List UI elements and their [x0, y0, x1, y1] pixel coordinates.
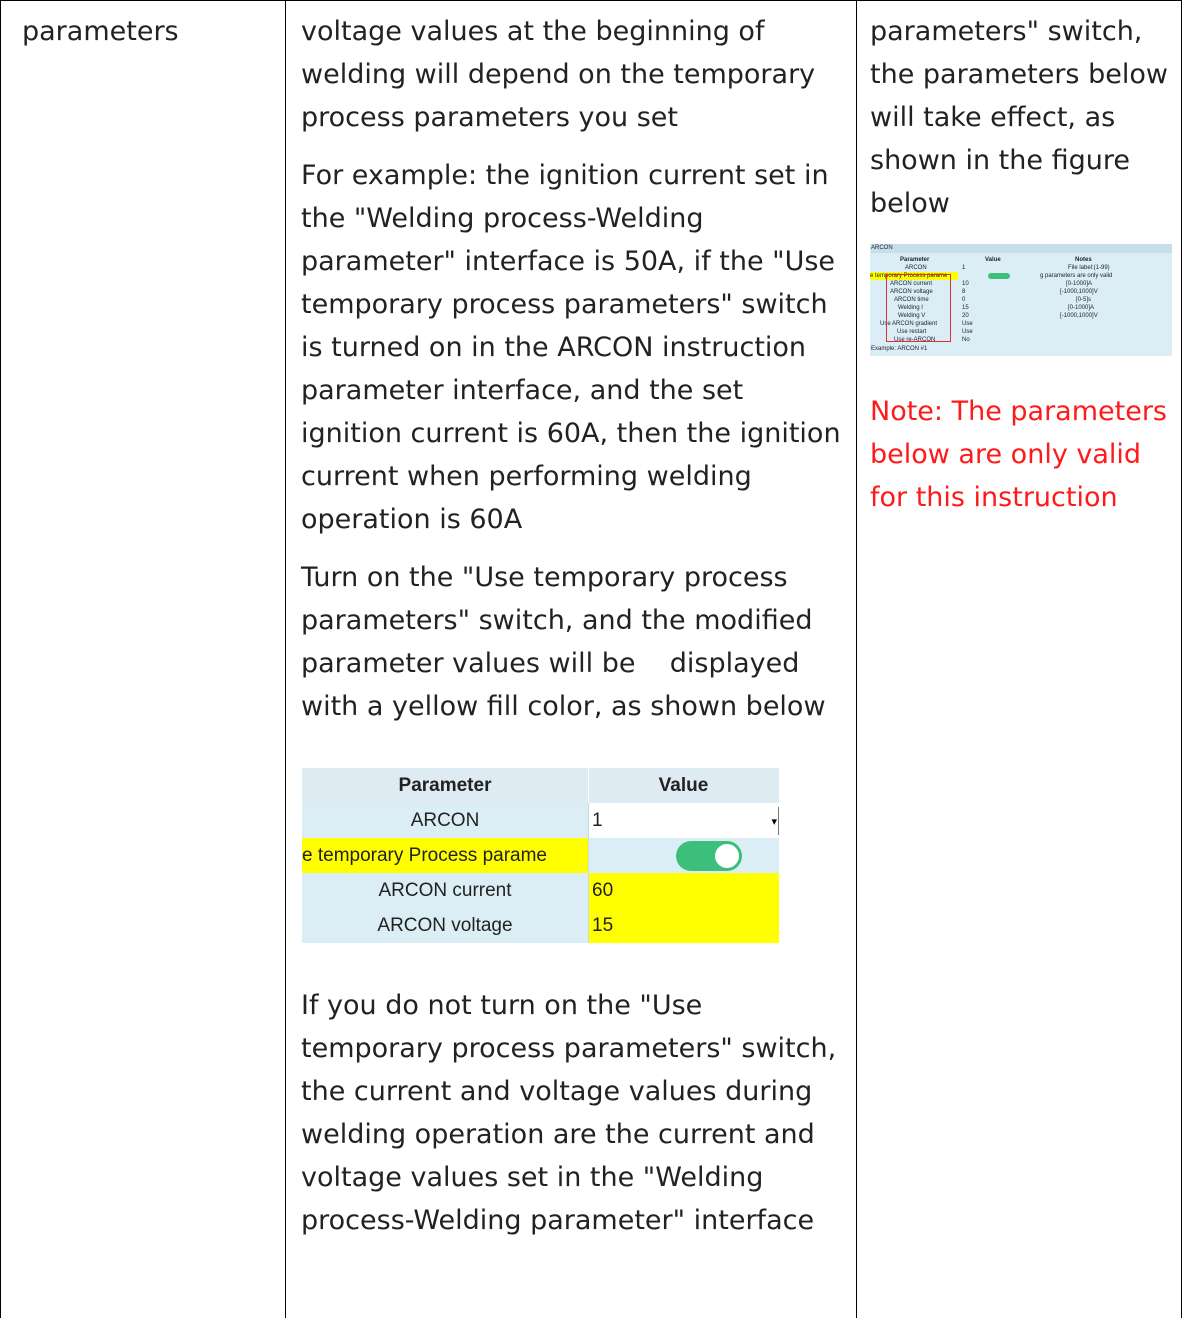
thumb-cell: 8 — [962, 289, 966, 295]
thumb-cell: [0-1000]A — [1066, 281, 1093, 287]
chevron-down-icon[interactable]: ▾ — [771, 817, 777, 828]
screenshot-row-arcon: ARCON 1 ▾ — [302, 803, 779, 838]
arcon-current-value[interactable]: 60 — [588, 873, 779, 908]
description-paragraph-4: If you do not turn on the "Use temporary… — [301, 990, 837, 1236]
column-divider-2 — [856, 0, 857, 1318]
header-separator — [588, 768, 589, 803]
thumb-cell: [-1000,1000]V — [1060, 313, 1098, 319]
thumb-cell: 0 — [962, 297, 966, 303]
thumb-cell: [0-1000]A — [1068, 305, 1095, 311]
arcon-voltage-value[interactable]: 15 — [588, 908, 779, 943]
thumb-cell: 10 — [962, 281, 969, 287]
screenshot-header-row: Parameter Value — [302, 768, 779, 803]
description-paragraph-3: Turn on the "Use temporary process param… — [301, 562, 826, 722]
column-notes: parameters" switch, the parameters below… — [870, 10, 1175, 225]
thumbnail-header-row: Parameter Value Notes — [870, 256, 1172, 264]
thumb-cell: [-1000,1000]V — [1060, 289, 1098, 295]
row-separator — [588, 873, 589, 908]
row-param: ARCON current — [378, 880, 512, 901]
row-param: e temporary Process parame — [302, 838, 588, 873]
thumb-cell: 20 — [962, 313, 969, 319]
document-page: parameters voltage values at the beginni… — [0, 0, 1182, 1318]
table-left-border — [0, 0, 1, 1318]
thumb-cell: Use — [962, 321, 973, 327]
table-top-border — [0, 0, 1182, 1]
description-paragraph-2: For example: the ignition current set in… — [301, 160, 841, 535]
notes-paragraph: parameters" switch, the parameters below… — [870, 16, 1168, 219]
thumb-cell: File label:(1-99) — [1068, 265, 1110, 271]
toggle-knob — [715, 844, 739, 868]
column-description-continued: If you do not turn on the "Use temporary… — [301, 984, 846, 1257]
column-description: voltage values at the beginning of weldi… — [301, 10, 846, 743]
thumb-cell: g parameters are only valid — [1040, 273, 1113, 279]
thumb-cell: Use — [962, 329, 973, 335]
column-parameter: parameters — [22, 10, 277, 53]
thumb-cell: 1 — [962, 265, 966, 271]
thumb-row: ARCON 1 File label:(1-99) — [870, 264, 1172, 272]
screenshot-row-current: ARCON current 60 — [302, 873, 779, 908]
thumb-header: Value — [985, 257, 1001, 263]
row-separator — [588, 908, 589, 943]
thumb-cell: 15 — [962, 305, 969, 311]
screenshot-row-voltage: ARCON voltage 15 — [302, 908, 779, 943]
arcon-select[interactable]: 1 ▾ — [588, 803, 779, 838]
header-parameter: Parameter — [398, 775, 492, 796]
note-text: Note: The parameters below are only vali… — [870, 396, 1167, 513]
temporary-params-toggle[interactable] — [676, 841, 742, 871]
parameter-label: parameters — [22, 16, 179, 47]
thumb-footer-text: Example: ARCON #1 — [871, 346, 928, 352]
column-divider-1 — [285, 0, 286, 1318]
thumb-cell: [0-5]s — [1076, 297, 1092, 303]
thumb-header: Notes — [1075, 257, 1092, 263]
row-separator — [588, 838, 589, 873]
parameter-screenshot: Parameter Value ARCON 1 ▾ e temporary Pr… — [302, 768, 779, 944]
row-param: ARCON — [410, 810, 480, 831]
thumb-cell: ARCON — [905, 265, 927, 271]
screenshot-row-temp-toggle: e temporary Process parame — [302, 838, 779, 873]
description-paragraph-1: voltage values at the beginning of weldi… — [301, 16, 816, 133]
row-param: ARCON voltage — [377, 915, 513, 936]
thumb-cell: No — [962, 337, 970, 343]
select-divider — [778, 807, 779, 835]
highlight-box — [886, 274, 951, 342]
thumb-header: Parameter — [900, 257, 930, 263]
thumb-footer: Example: ARCON #1 — [870, 345, 1172, 353]
toggle-icon — [988, 273, 1010, 279]
header-value: Value — [658, 775, 709, 796]
row-separator — [588, 803, 589, 838]
notes-warning: Note: The parameters below are only vali… — [870, 390, 1175, 519]
arcon-select-value: 1 — [592, 810, 603, 831]
arcon-thumbnail: ARCON Parameter Value Notes ARCON 1 File… — [870, 244, 1172, 356]
thumbnail-title: ARCON — [871, 244, 1172, 253]
